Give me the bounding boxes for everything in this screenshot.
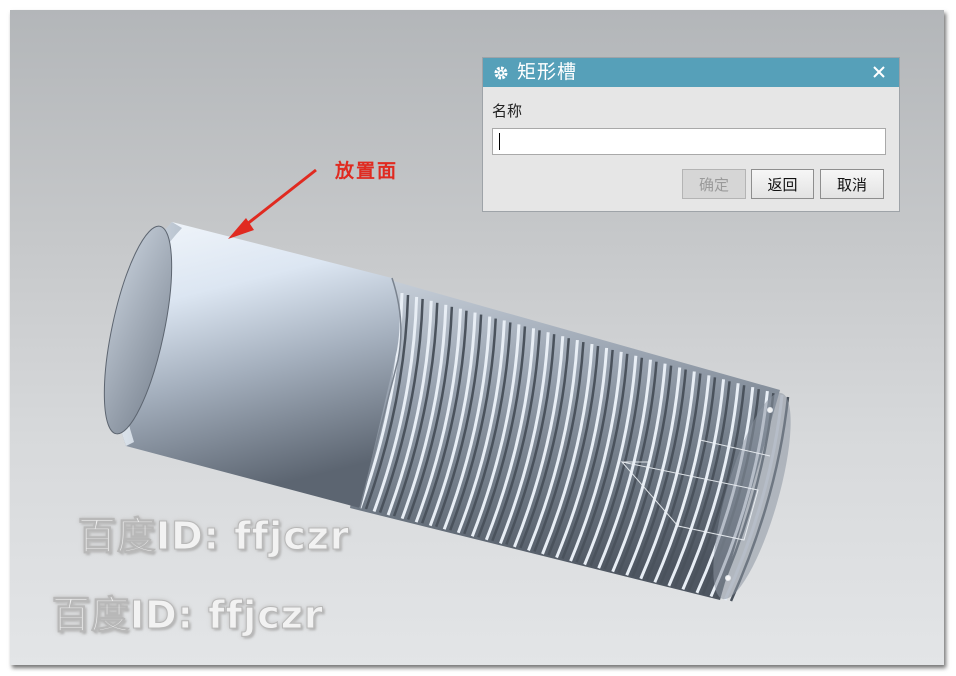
- ok-button[interactable]: 确定: [682, 169, 746, 199]
- dialog-title-bar[interactable]: 矩形槽: [483, 58, 899, 87]
- gear-icon: [494, 66, 508, 79]
- close-icon: [873, 66, 885, 78]
- name-input[interactable]: [492, 128, 886, 155]
- cancel-button[interactable]: 取消: [820, 169, 884, 199]
- rectangular-groove-dialog: 矩形槽 名称 确定 返回 取消: [482, 57, 900, 212]
- annotation-arrow: [228, 168, 317, 239]
- back-button[interactable]: 返回: [751, 169, 814, 199]
- graphics-window: 放置面 百度ID: ffjczr 百度ID: ffjczr 矩形槽 名称 确定 …: [10, 10, 944, 665]
- close-button[interactable]: [869, 62, 889, 82]
- name-label: 名称: [492, 102, 523, 120]
- placement-face-label: 放置面: [335, 160, 399, 182]
- text-caret: [499, 133, 500, 150]
- watermark-1: 百度ID: ffjczr: [78, 514, 350, 559]
- watermark-2: 百度ID: ffjczr: [52, 593, 324, 638]
- dialog-title: 矩形槽: [517, 61, 578, 83]
